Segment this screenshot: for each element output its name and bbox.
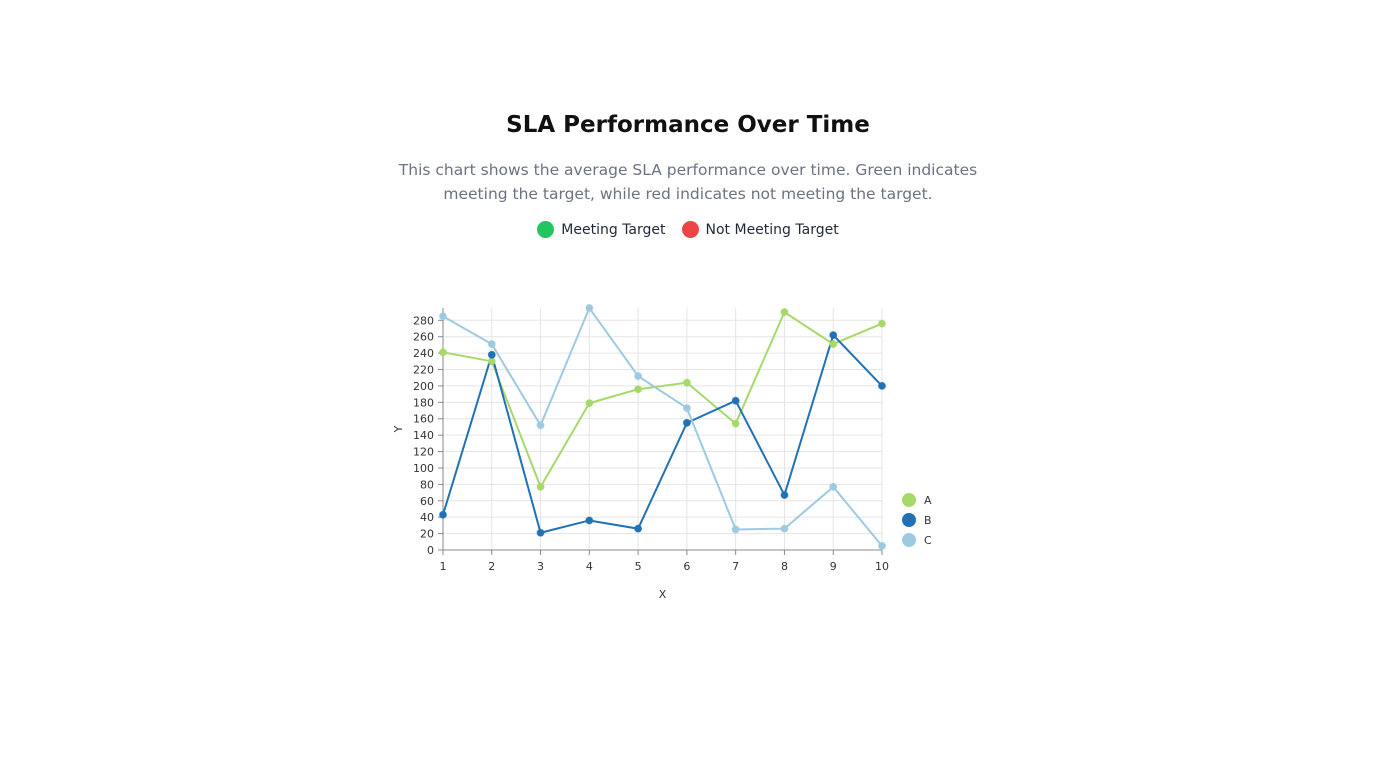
page: SLA Performance Over Time This chart sho…: [0, 0, 1376, 768]
x-tick-label: 10: [875, 560, 889, 573]
x-tick-label: 8: [781, 560, 788, 573]
legend-label: B: [924, 514, 932, 527]
data-point: [829, 331, 838, 340]
data-point: [439, 510, 447, 519]
y-tick-label: 100: [413, 462, 434, 475]
data-point: [536, 482, 545, 491]
data-point: [780, 524, 789, 533]
y-tick-label: 60: [420, 495, 434, 508]
series-line-a: [442, 310, 883, 490]
legend-label: A: [924, 494, 932, 507]
data-point: [682, 378, 691, 387]
data-point: [829, 340, 838, 349]
x-tick-label: 5: [635, 560, 642, 573]
data-point: [731, 396, 740, 405]
series-line-b: [442, 333, 883, 534]
y-tick-label: 200: [413, 380, 434, 393]
series-line-c: [442, 305, 883, 547]
y-tick-label: 0: [427, 544, 434, 557]
y-tick-label: 220: [413, 364, 434, 377]
data-point: [682, 418, 691, 427]
data-point: [878, 319, 886, 328]
data-point: [682, 404, 691, 413]
x-axis-label: X: [659, 588, 667, 601]
x-tick-label: 6: [683, 560, 690, 573]
legend-swatch: [902, 493, 916, 507]
y-axis-label: Y: [392, 425, 405, 433]
y-tick-label: 40: [420, 511, 434, 524]
y-tick-label: 280: [413, 314, 434, 327]
data-point: [585, 516, 594, 525]
data-point: [439, 348, 447, 357]
y-tick-label: 80: [420, 478, 434, 491]
x-tick-label: 2: [488, 560, 495, 573]
legend-label: C: [924, 534, 932, 547]
data-point: [585, 399, 594, 408]
data-point: [487, 357, 496, 366]
y-tick-label: 140: [413, 429, 434, 442]
y-tick-label: 160: [413, 413, 434, 426]
line-chart: 0 20 40 60 80 100 120 140 160 180 200 220 240 260 280 1…: [392, 304, 932, 601]
data-point: [878, 541, 886, 550]
data-point: [634, 524, 643, 533]
data-point: [731, 419, 740, 428]
data-point: [829, 482, 838, 491]
x-tick-label: 1: [440, 560, 447, 573]
data-point: [731, 525, 740, 534]
y-tick-label: 180: [413, 396, 434, 409]
data-point: [634, 385, 643, 394]
data-point: [780, 308, 789, 317]
data-point: [487, 340, 496, 349]
legend-swatch: [902, 533, 916, 547]
y-tick-label: 240: [413, 347, 434, 360]
data-point: [878, 381, 886, 390]
x-tick-label: 7: [732, 560, 739, 573]
data-point: [536, 421, 545, 430]
legend-swatch: [902, 513, 916, 527]
y-tick-label: 260: [413, 331, 434, 344]
y-tick-label: 20: [420, 528, 434, 541]
data-point: [487, 350, 496, 359]
data-point: [634, 372, 643, 381]
x-tick-label: 9: [830, 560, 837, 573]
y-tick-label: 120: [413, 446, 434, 459]
data-point: [780, 491, 789, 500]
data-point: [585, 304, 594, 312]
data-point: [536, 528, 545, 537]
data-point: [439, 312, 447, 321]
x-tick-label: 4: [586, 560, 593, 573]
x-tick-label: 3: [537, 560, 544, 573]
